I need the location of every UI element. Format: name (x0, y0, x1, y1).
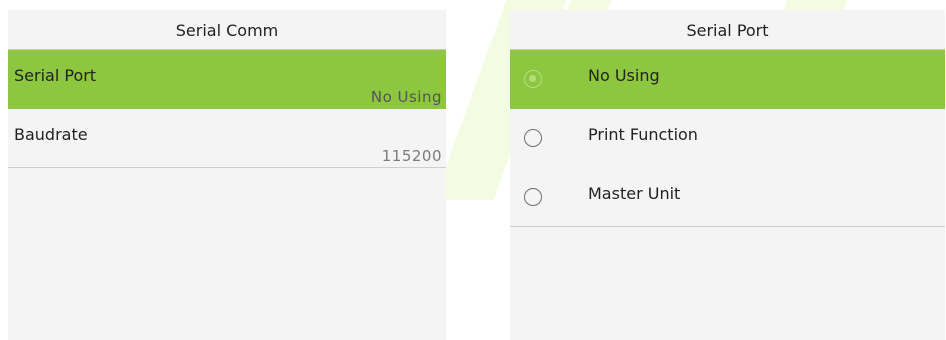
radio-unchecked-icon[interactable] (524, 129, 542, 147)
serial-port-screen: Serial Port No Using Print Function Mast… (510, 10, 945, 340)
page-title: Serial Port (510, 10, 945, 50)
page-title: Serial Comm (8, 10, 446, 50)
page: Serial Comm Serial Port No Using Baudrat… (0, 0, 946, 340)
option-label: Print Function (588, 125, 698, 144)
menu-item-baudrate[interactable]: Baudrate 115200 (8, 109, 446, 168)
serial-comm-screen: Serial Comm Serial Port No Using Baudrat… (8, 10, 446, 340)
option-no-using[interactable]: No Using (510, 50, 945, 109)
radio-unchecked-icon[interactable] (524, 188, 542, 206)
menu-item-label: Serial Port (14, 66, 97, 85)
option-master-unit[interactable]: Master Unit (510, 168, 945, 227)
menu-item-serial-port[interactable]: Serial Port No Using (8, 50, 446, 109)
option-print-function[interactable]: Print Function (510, 109, 945, 168)
radio-checked-icon[interactable] (524, 70, 542, 88)
menu-item-value: 115200 (381, 147, 442, 165)
option-label: Master Unit (588, 184, 681, 203)
menu-item-label: Baudrate (14, 125, 88, 144)
menu-item-value: No Using (370, 88, 442, 106)
option-label: No Using (588, 66, 660, 85)
